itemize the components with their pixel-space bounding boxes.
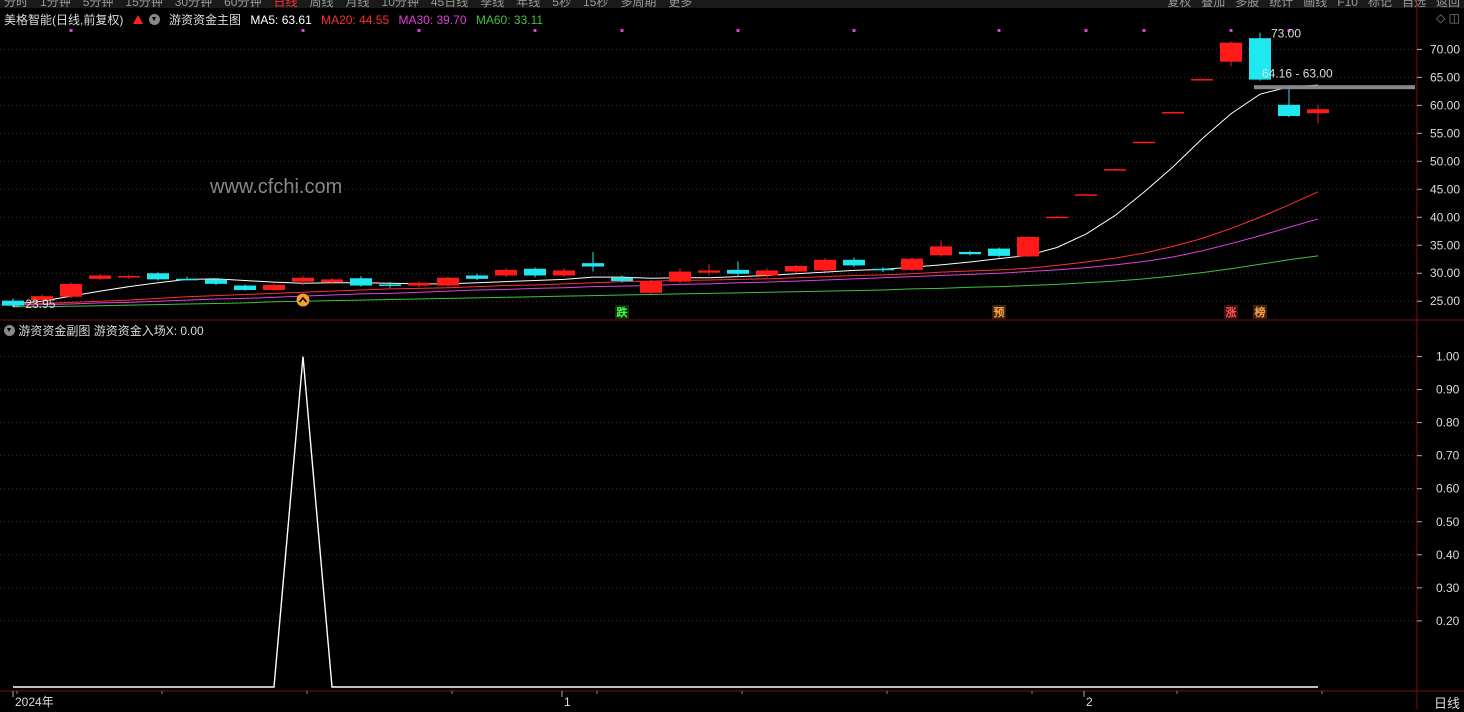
y-tick-label: 0.70	[1436, 449, 1460, 463]
candle-body[interactable]	[205, 279, 227, 284]
candle-body[interactable]	[234, 285, 256, 291]
y-tick-label: 0.80	[1436, 416, 1460, 430]
candle-body[interactable]	[176, 278, 198, 281]
buy-signal-icon[interactable]	[296, 293, 310, 307]
candle-body[interactable]	[756, 270, 778, 276]
low-price-label: ← 23.95	[10, 297, 56, 311]
marker-label: 预	[994, 305, 1005, 319]
x-tick-label: 1	[564, 695, 571, 709]
y-tick-label: 0.30	[1436, 581, 1460, 595]
signal-dot	[1084, 29, 1088, 32]
ma30-line	[12, 218, 1319, 306]
ma5-line	[12, 84, 1319, 305]
candle-body[interactable]	[872, 268, 894, 271]
candle-body[interactable]	[147, 273, 169, 280]
marker-label: 跌	[617, 305, 629, 319]
candle-body[interactable]	[321, 279, 343, 283]
marker-label: 榜	[1255, 305, 1266, 319]
signal-dot	[417, 29, 421, 32]
candle-body[interactable]	[89, 275, 111, 279]
price-range-bar	[1254, 85, 1415, 90]
candle-body[interactable]	[60, 283, 82, 297]
candle-body[interactable]	[988, 248, 1010, 256]
y-tick-label: 0.40	[1436, 548, 1460, 562]
candle-body[interactable]	[727, 269, 749, 274]
signal-dot	[736, 29, 740, 32]
candle-body[interactable]	[1104, 169, 1126, 171]
stock-chart[interactable]: 25.00 30.00 35.00 40.00 45.00 50.00 55.00 60.00…	[0, 0, 1464, 709]
candle-body[interactable]	[640, 281, 662, 293]
marker-label: 涨	[1226, 305, 1237, 319]
candle-body[interactable]	[582, 263, 604, 267]
candle-body[interactable]	[843, 259, 865, 266]
signal-dot	[852, 29, 856, 32]
candle-body[interactable]	[350, 278, 372, 286]
signal-dot	[69, 29, 73, 32]
candle-body[interactable]	[814, 259, 836, 271]
y-tick-label: 50.00	[1430, 154, 1460, 168]
y-tick-label: 0.20	[1436, 614, 1460, 628]
candle-body[interactable]	[1075, 194, 1097, 196]
candle-body[interactable]	[930, 246, 952, 256]
candle-body[interactable]	[1162, 112, 1184, 114]
y-tick-label: 65.00	[1430, 70, 1460, 84]
candle-body[interactable]	[698, 270, 720, 273]
candle-body[interactable]	[1133, 141, 1155, 144]
candle-body[interactable]	[1307, 109, 1329, 114]
y-tick-label: 0.50	[1436, 515, 1460, 529]
signal-dot	[1229, 29, 1233, 32]
signal-dot	[301, 29, 305, 32]
candle-body[interactable]	[1278, 104, 1300, 116]
candle-body[interactable]	[959, 251, 981, 255]
x-tick-label: 2	[1086, 695, 1093, 709]
candle-body[interactable]	[785, 265, 807, 272]
x-tick-label: 2024年	[15, 695, 54, 709]
y-tick-label: 55.00	[1430, 126, 1460, 140]
y-tick-label: 70.00	[1430, 42, 1460, 56]
candle-body[interactable]	[1046, 216, 1068, 219]
high-price-label: 73.00	[1271, 27, 1301, 41]
y-tick-label: 30.00	[1430, 266, 1460, 280]
candle-body[interactable]	[553, 270, 575, 276]
signal-dot	[1142, 29, 1146, 32]
candle-body[interactable]	[379, 284, 401, 286]
range-label: 64.16 - 63.00	[1262, 66, 1333, 80]
y-tick-label: 0.90	[1436, 383, 1460, 397]
signal-dot	[533, 29, 537, 32]
y-tick-label: 45.00	[1430, 182, 1460, 196]
candle-body[interactable]	[524, 268, 546, 276]
y-tick-label: 60.00	[1430, 98, 1460, 112]
candle-body[interactable]	[408, 282, 430, 286]
candle-body[interactable]	[118, 276, 140, 278]
ma20-line	[12, 191, 1319, 306]
candle-body[interactable]	[901, 258, 923, 270]
y-tick-label: 40.00	[1430, 210, 1460, 224]
candle-body[interactable]	[669, 271, 691, 282]
candle-body[interactable]	[466, 275, 488, 279]
candle-body[interactable]	[611, 277, 633, 282]
y-tick-label: 0.60	[1436, 482, 1460, 496]
candle-body[interactable]	[495, 269, 517, 276]
candle-body[interactable]	[1220, 42, 1242, 62]
signal-dot	[997, 29, 1001, 32]
candle-body[interactable]	[1191, 79, 1213, 81]
candle-body[interactable]	[263, 284, 285, 291]
candle-body[interactable]	[1017, 236, 1039, 257]
candle-body[interactable]	[437, 277, 459, 286]
candle-body[interactable]	[292, 277, 314, 282]
y-tick-label: 35.00	[1430, 238, 1460, 252]
signal-dot	[620, 29, 624, 32]
y-tick-label: 25.00	[1430, 294, 1460, 308]
y-tick-label: 1.00	[1436, 350, 1460, 364]
